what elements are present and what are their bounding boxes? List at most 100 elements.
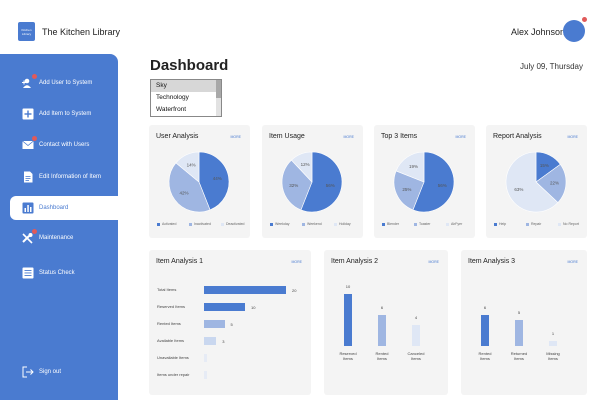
pie-slice-label: 56% [326, 183, 335, 188]
user-analysis-card: User Analysis MORE 44% 42% 14% Activated Inact… [149, 125, 250, 238]
legend-swatch [157, 222, 160, 226]
notification-dot [32, 229, 37, 234]
pie-slice-label: 44% [213, 176, 222, 181]
sidebar-item-label: Maintenance [39, 235, 74, 241]
legend-item: Weekday [270, 222, 290, 226]
checklist-icon [22, 267, 34, 279]
bar-value-label: 3 [222, 338, 225, 344]
pie-slice-label: 25% [402, 187, 411, 192]
legend-swatch [221, 222, 224, 226]
bar-value-label: 20 [292, 287, 297, 293]
bar[interactable] [204, 337, 217, 345]
bar[interactable] [481, 314, 489, 346]
bar[interactable] [204, 286, 286, 294]
item-analysis-1-card: Item Analysis 1 MORE Total Items 20 Reserved… [149, 250, 311, 395]
legend-swatch [189, 222, 192, 226]
sidebar-item-sign-out[interactable]: Sign out [0, 360, 118, 384]
sidebar-item-label: Sign out [39, 369, 62, 375]
sidebar-item-contact-users[interactable]: Contact with Users [0, 133, 118, 157]
bar-value-label: 1 [551, 330, 555, 336]
sidebar-item-label: Contact with Users [39, 142, 90, 148]
bar-value-label: 4 [414, 315, 418, 321]
legend-item: Holiday [334, 222, 351, 226]
notification-dot [32, 74, 37, 79]
legend-swatch [334, 222, 337, 226]
legend-swatch [558, 222, 561, 226]
bar-category-label: Missing Items [546, 351, 560, 361]
app-logo: Kitchen Library [18, 22, 35, 41]
document-icon [22, 171, 34, 183]
card-title: Item Analysis 2 [331, 258, 379, 265]
bar[interactable] [204, 371, 207, 379]
scrollbar-thumb[interactable] [216, 80, 221, 98]
listbox-option-sky[interactable]: Sky [151, 80, 221, 92]
bar[interactable] [515, 320, 523, 346]
legend-item: Blender [382, 222, 399, 226]
legend-item: Inactivated [189, 222, 211, 226]
legend-item: Deactivated [221, 222, 244, 226]
legend-swatch [414, 222, 417, 226]
bar-category-label: Canceled Items [407, 351, 425, 361]
bar[interactable] [204, 303, 245, 311]
legend-item: AirFyer [446, 222, 462, 226]
add-user-icon [22, 77, 34, 89]
bar-value-label: 10 [251, 304, 256, 310]
current-date: July 09, Thursday [520, 62, 583, 71]
legend-swatch [494, 222, 497, 226]
sidebar-item-dashboard[interactable]: Dashboard [10, 196, 118, 220]
sidebar-item-label: Edit Information of Item [39, 174, 102, 180]
bar[interactable] [344, 294, 352, 346]
legend-item: Weekend [302, 222, 322, 226]
bar-value-label: 5 [230, 321, 233, 327]
sign-out-icon [22, 366, 34, 378]
bar-value-label: 6 [483, 304, 487, 310]
bar[interactable] [204, 354, 207, 362]
legend-swatch [526, 222, 529, 226]
item-analysis-3-card: Item Analysis 3 MORE 6 Rented Items 5 Returned… [461, 250, 587, 395]
avatar[interactable] [563, 20, 585, 42]
bar[interactable] [549, 340, 557, 346]
bar[interactable] [378, 314, 386, 346]
bar-chart-icon [22, 202, 34, 214]
top-3-items-card: Top 3 Items MORE 56% 25% 19% Blender Toaster Ai… [374, 125, 475, 238]
sidebar-item-label: Status Check [39, 270, 75, 276]
bar[interactable] [204, 320, 225, 328]
pie-slice-label: 42% [179, 190, 188, 195]
card-title: Item Analysis 1 [156, 258, 204, 265]
card-title: Item Analysis 3 [468, 258, 516, 265]
sidebar-item-maintenance[interactable]: Maintenance [0, 226, 118, 250]
item-analysis-2-card: Item Analysis 2 MORE 10 Reserved Items 6 Rente… [324, 250, 448, 395]
item-analysis-3-more-link[interactable]: MORE [568, 260, 579, 264]
pie-slice-label: 19% [409, 164, 418, 169]
listbox-scrollbar[interactable] [216, 80, 221, 116]
listbox-option-technology[interactable]: Technology [151, 92, 221, 104]
app-title: The Kitchen Library [42, 27, 121, 37]
wrench-icon [22, 232, 34, 244]
sidebar-item-add-item[interactable]: Add Item to System [0, 102, 118, 126]
bar-value-label: 10 [345, 284, 351, 289]
bar-category-label: Items under repair [157, 372, 190, 377]
pie-slice-label: 15% [540, 163, 549, 168]
bar[interactable] [412, 325, 420, 346]
pie-slice-label: 63% [514, 187, 523, 192]
item-usage-card: Item Usage MORE 56% 32% 12% Weekday Weekend Hol… [262, 125, 363, 238]
item-analysis-2-more-link[interactable]: MORE [429, 260, 440, 264]
sidebar-item-status-check[interactable]: Status Check [0, 261, 118, 285]
bar-category-label: Unavailable Items [157, 355, 189, 360]
notification-dot [32, 136, 37, 141]
legend-swatch [446, 222, 449, 226]
location-listbox[interactable]: Sky Technology Waterfront [150, 79, 222, 117]
listbox-option-waterfront[interactable]: Waterfront [151, 104, 221, 116]
legend-item: No Report [558, 222, 579, 226]
sidebar-item-add-user[interactable]: Add User to System [0, 71, 118, 95]
add-item-icon [22, 108, 34, 120]
user-name[interactable]: Alex Johnson [511, 27, 565, 37]
legend-item: Activated [157, 222, 176, 226]
bar-category-label: Rented Items [157, 321, 181, 326]
item-analysis-1-more-link[interactable]: MORE [292, 260, 303, 264]
legend-swatch [270, 222, 273, 226]
sidebar-item-label: Dashboard [39, 205, 69, 211]
bar-category-label: Available Items [157, 338, 185, 343]
sidebar-item-label: Add Item to System [39, 111, 92, 117]
sidebar-item-edit-item[interactable]: Edit Information of Item [0, 165, 118, 189]
